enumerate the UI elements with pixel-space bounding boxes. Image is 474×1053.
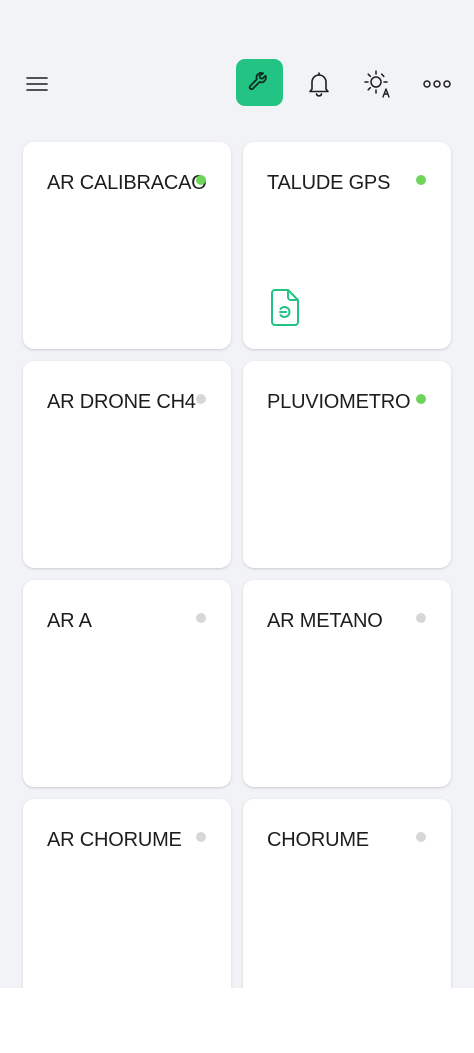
- status-dot: [416, 394, 426, 404]
- device-card[interactable]: AR A: [23, 580, 231, 787]
- device-card[interactable]: AR CALIBRACAO: [23, 142, 231, 349]
- wrench-icon: [246, 66, 274, 99]
- card-title: TALUDE GPS: [267, 172, 391, 194]
- device-card[interactable]: PLUVIOMETRO: [243, 361, 451, 568]
- status-dot: [196, 613, 206, 623]
- tools-button[interactable]: [236, 59, 283, 106]
- card-title: PLUVIOMETRO: [267, 391, 411, 413]
- status-dot: [196, 394, 206, 404]
- hamburger-menu-icon[interactable]: [24, 72, 50, 96]
- card-title: AR CHORUME: [47, 829, 182, 851]
- more-horizontal-icon[interactable]: [421, 72, 453, 96]
- status-dot: [196, 175, 206, 185]
- document-icon[interactable]: [269, 289, 301, 327]
- status-dot: [416, 832, 426, 842]
- device-card[interactable]: TALUDE GPS: [243, 142, 451, 349]
- device-card[interactable]: AR CHORUME: [23, 799, 231, 1006]
- card-title: AR CALIBRACAO: [47, 172, 207, 194]
- device-grid: AR CALIBRACAO TALUDE GPS AR DRONE CH4 PL…: [23, 142, 451, 1006]
- top-bar: [0, 0, 474, 140]
- card-title: AR METANO: [267, 610, 383, 632]
- status-dot: [196, 832, 206, 842]
- bottom-overlay: [0, 988, 474, 1053]
- device-card[interactable]: AR DRONE CH4: [23, 361, 231, 568]
- card-title: CHORUME: [267, 829, 369, 851]
- bell-icon[interactable]: [304, 68, 334, 100]
- device-card[interactable]: AR METANO: [243, 580, 451, 787]
- status-dot: [416, 613, 426, 623]
- status-dot: [416, 175, 426, 185]
- device-card[interactable]: CHORUME: [243, 799, 451, 1006]
- card-title: AR A: [47, 610, 92, 632]
- auto-brightness-icon[interactable]: [362, 68, 394, 100]
- card-title: AR DRONE CH4: [47, 391, 196, 413]
